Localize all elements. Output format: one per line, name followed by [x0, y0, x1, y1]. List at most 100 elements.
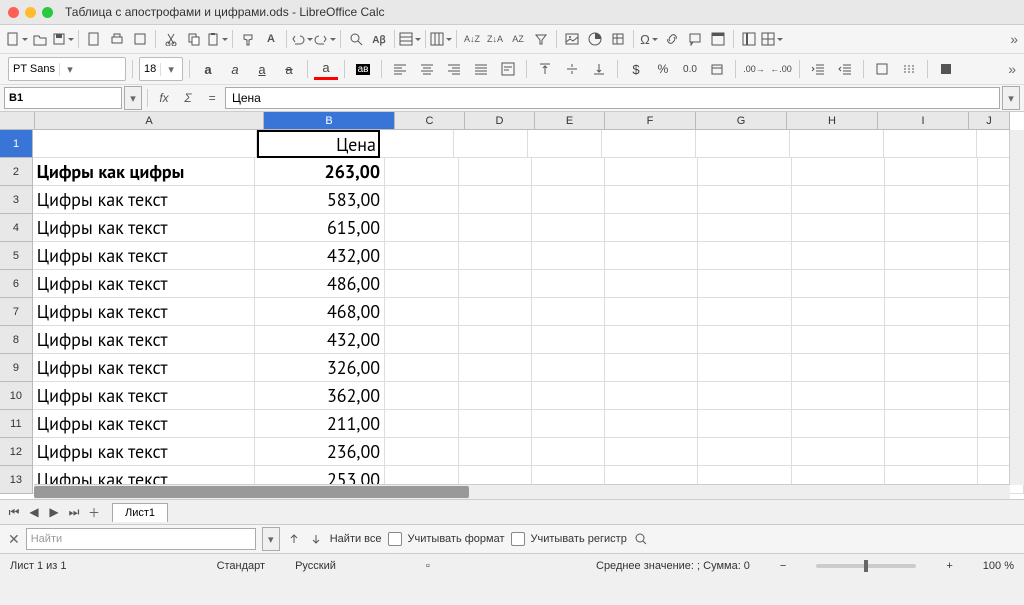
font-name-combo[interactable]: PT Sans▾	[8, 57, 126, 81]
col-header-i[interactable]: I	[878, 112, 969, 130]
page-style[interactable]: Стандарт	[217, 560, 266, 572]
cell[interactable]	[532, 298, 605, 326]
copy-button[interactable]	[183, 28, 205, 50]
find-prev-button[interactable]	[286, 531, 302, 547]
sum-display[interactable]: Среднее значение: ; Сумма: 0	[596, 560, 750, 572]
autofilter-button[interactable]	[530, 28, 552, 50]
increase-indent-button[interactable]	[806, 58, 830, 80]
cell[interactable]	[792, 410, 885, 438]
align-justify-button[interactable]	[469, 58, 493, 80]
row-header[interactable]: 4	[0, 214, 33, 242]
cell[interactable]	[528, 130, 602, 158]
align-right-button[interactable]	[442, 58, 466, 80]
cell[interactable]	[385, 242, 458, 270]
cell[interactable]	[454, 130, 528, 158]
font-size-combo[interactable]: 18▾	[139, 57, 183, 81]
pivot-button[interactable]	[607, 28, 629, 50]
cell[interactable]	[459, 326, 532, 354]
cell[interactable]	[605, 326, 698, 354]
vertical-scrollbar[interactable]	[1009, 130, 1024, 485]
cell[interactable]	[698, 382, 791, 410]
cell[interactable]	[605, 186, 698, 214]
find-input[interactable]: Найти	[26, 528, 256, 550]
minimize-window-button[interactable]	[25, 7, 36, 18]
close-window-button[interactable]	[8, 7, 19, 18]
print-button[interactable]	[106, 28, 128, 50]
sort-desc-button[interactable]: Z↓A	[484, 28, 506, 50]
cell[interactable]	[792, 214, 885, 242]
cell[interactable]	[792, 354, 885, 382]
cell[interactable]	[885, 438, 978, 466]
cell[interactable]	[885, 298, 978, 326]
col-header-a[interactable]: A	[35, 112, 264, 130]
col-header-g[interactable]: G	[696, 112, 787, 130]
row-header[interactable]: 11	[0, 410, 33, 438]
match-case-checkbox[interactable]	[511, 532, 525, 546]
selection-mode[interactable]: ▫	[426, 560, 446, 572]
cell[interactable]	[792, 298, 885, 326]
align-bottom-button[interactable]	[587, 58, 611, 80]
open-button[interactable]	[29, 28, 51, 50]
spellcheck-button[interactable]: Aꞵ	[368, 28, 390, 50]
add-sheet-button[interactable]: ＋	[86, 504, 102, 520]
cell[interactable]	[532, 354, 605, 382]
align-middle-button[interactable]	[560, 58, 584, 80]
cell[interactable]	[380, 130, 454, 158]
cell[interactable]	[459, 214, 532, 242]
zoom-out-button[interactable]: −	[780, 560, 786, 572]
add-decimal-button[interactable]: .00→	[742, 58, 766, 80]
formula-expand-button[interactable]: ▾	[1002, 86, 1020, 110]
cell[interactable]	[792, 326, 885, 354]
cell[interactable]	[605, 214, 698, 242]
cell[interactable]	[459, 158, 532, 186]
cell[interactable]	[884, 130, 978, 158]
comment-button[interactable]	[684, 28, 706, 50]
date-button[interactable]	[705, 58, 729, 80]
currency-button[interactable]: $	[624, 58, 648, 80]
row-header[interactable]: 12	[0, 438, 33, 466]
decrease-indent-button[interactable]	[833, 58, 857, 80]
select-all-corner[interactable]	[0, 112, 35, 130]
col-header-d[interactable]: D	[465, 112, 535, 130]
cell[interactable]	[885, 410, 978, 438]
cell[interactable]: Цифры как текст	[33, 298, 255, 326]
col-header-e[interactable]: E	[535, 112, 605, 130]
cell[interactable]	[605, 242, 698, 270]
sort-asc-button[interactable]: A↓Z	[461, 28, 483, 50]
function-wizard-button[interactable]: fx	[153, 87, 175, 109]
cell[interactable]: 362,00	[255, 382, 385, 410]
cell[interactable]: Цифры как текст	[33, 214, 255, 242]
formula-input[interactable]: Цена	[225, 87, 1000, 109]
sum-button[interactable]: Σ	[177, 87, 199, 109]
cell[interactable]: Цифры как текст	[33, 270, 255, 298]
sort-button[interactable]: AZ	[507, 28, 529, 50]
horizontal-scroll-thumb[interactable]	[34, 486, 469, 498]
find-dropdown[interactable]: ▾	[262, 527, 280, 551]
language[interactable]: Русский	[295, 560, 336, 572]
find-options-button[interactable]	[633, 531, 649, 547]
row-header[interactable]: 7	[0, 298, 33, 326]
cell[interactable]	[698, 242, 791, 270]
cell[interactable]: 583,00	[255, 186, 385, 214]
name-box[interactable]: B1	[4, 87, 122, 109]
cell[interactable]	[385, 214, 458, 242]
font-color-button[interactable]: a	[314, 59, 338, 80]
col-header-b[interactable]: B	[264, 112, 395, 130]
cell[interactable]	[885, 158, 978, 186]
row-header[interactable]: 10	[0, 382, 33, 410]
cell[interactable]: 263,00	[255, 158, 385, 186]
cell[interactable]: Цифры как текст	[33, 242, 255, 270]
cell[interactable]	[459, 438, 532, 466]
cell[interactable]	[605, 354, 698, 382]
row-header[interactable]: 8	[0, 326, 33, 354]
cell[interactable]	[885, 326, 978, 354]
cell[interactable]	[698, 354, 791, 382]
cell[interactable]	[792, 438, 885, 466]
cell[interactable]: 486,00	[255, 270, 385, 298]
freeze-button[interactable]	[738, 28, 760, 50]
cell[interactable]	[459, 382, 532, 410]
chart-button[interactable]	[584, 28, 606, 50]
formatbar-overflow-button[interactable]: »	[1008, 61, 1016, 77]
headers-button[interactable]	[707, 28, 729, 50]
horizontal-scrollbar[interactable]	[34, 484, 1010, 499]
